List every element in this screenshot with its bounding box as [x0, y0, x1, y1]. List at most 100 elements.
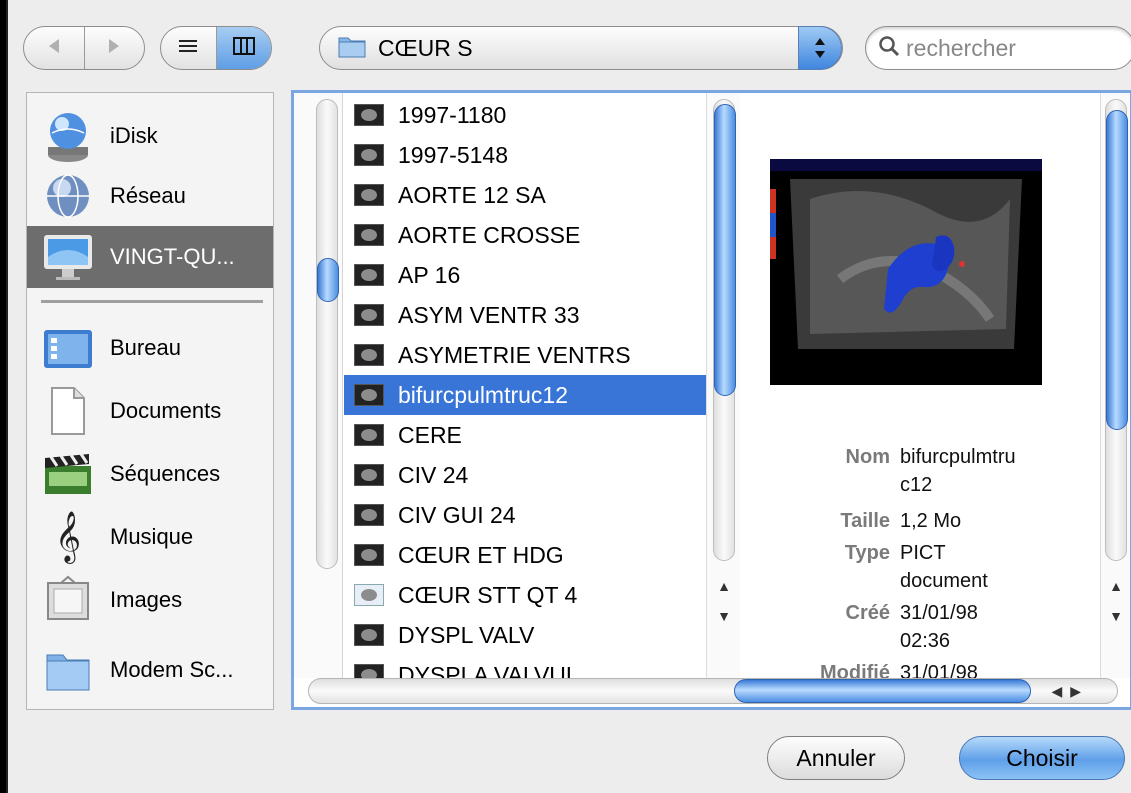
- file-row[interactable]: AP 16: [344, 255, 706, 295]
- meta-value: 02:36: [900, 630, 951, 652]
- scroll-thumb[interactable]: [714, 104, 736, 396]
- vertical-scrollbar[interactable]: [1105, 99, 1128, 561]
- scroll-down-icon[interactable]: ▼: [1105, 603, 1127, 629]
- file-row[interactable]: DYSPLA VALVUL: [344, 655, 706, 678]
- file-row[interactable]: CŒUR ET HDG: [344, 535, 706, 575]
- location-label: CŒUR S: [378, 34, 473, 61]
- network-icon: [40, 168, 96, 224]
- file-name: bifurcpulmtruc12: [398, 381, 569, 408]
- back-button[interactable]: [24, 27, 84, 69]
- file-row[interactable]: CIV GUI 24: [344, 495, 706, 535]
- scroll-down-icon[interactable]: ▼: [713, 603, 735, 629]
- file-row[interactable]: CIV 24: [344, 455, 706, 495]
- meta-value: PICT: [900, 542, 946, 564]
- file-row-selected[interactable]: bifurcpulmtruc12: [344, 375, 706, 415]
- sidebar-item-network[interactable]: Réseau: [27, 165, 273, 227]
- preview-scroll-area: ▲ ▼: [1100, 93, 1130, 678]
- image-thumbnail-icon: [354, 264, 384, 286]
- image-thumbnail-icon: [354, 664, 384, 678]
- sidebar-item-vingt-qu[interactable]: VINGT-QU...: [27, 226, 273, 288]
- scroll-thumb[interactable]: [1106, 110, 1128, 430]
- forward-button[interactable]: [83, 27, 145, 69]
- file-row[interactable]: ASYMETRIE VENTRS: [344, 335, 706, 375]
- sidebar-item-modem-sc[interactable]: Modem Sc...: [27, 639, 273, 701]
- image-thumbnail-icon: [354, 424, 384, 446]
- horizontal-scroll-thumb[interactable]: [734, 679, 1031, 703]
- sidebar-separator: [41, 300, 263, 303]
- meta-key: Nom: [845, 446, 890, 468]
- file-row[interactable]: 1997-5148: [344, 135, 706, 175]
- file-row[interactable]: 1997-1180: [344, 95, 706, 135]
- folder-icon: [40, 642, 96, 698]
- file-row[interactable]: DYSPL VALV: [344, 615, 706, 655]
- back-forward-control: [23, 26, 145, 70]
- sidebar-item-label: VINGT-QU...: [110, 244, 235, 269]
- meta-value: document: [900, 570, 988, 592]
- horizontal-scroll-arrows-icon[interactable]: ◀▶: [1051, 679, 1089, 703]
- scroll-up-icon[interactable]: ▲: [1105, 573, 1127, 599]
- sidebar-item-images[interactable]: Images: [27, 569, 273, 631]
- file-name: 1997-5148: [398, 141, 508, 168]
- file-row[interactable]: AORTE CROSSE: [344, 215, 706, 255]
- search-placeholder: rechercher: [906, 34, 1016, 61]
- image-thumbnail-icon: [354, 304, 384, 326]
- file-row[interactable]: CERE: [344, 415, 706, 455]
- image-thumbnail-icon: [354, 624, 384, 646]
- file-name: 1997-1180: [398, 101, 507, 128]
- column-browser: 1997-1180 1997-5148 AORTE 12 SA AORTE CR…: [291, 90, 1131, 710]
- column-view-icon: [232, 36, 255, 60]
- back-arrow-icon: [47, 38, 61, 59]
- file-row[interactable]: AORTE 12 SA: [344, 175, 706, 215]
- search-icon: [878, 35, 900, 62]
- vertical-scrollbar[interactable]: [316, 99, 339, 569]
- file-name: AORTE CROSSE: [398, 221, 581, 248]
- scroll-thumb[interactable]: [317, 258, 339, 302]
- clapper-icon: [40, 446, 96, 502]
- sidebar-item-documents[interactable]: Documents: [27, 380, 273, 442]
- meta-value: c12: [900, 474, 933, 496]
- meta-key: Type: [844, 542, 890, 564]
- horizontal-scrollbar[interactable]: ◀▶: [308, 678, 1118, 704]
- location-popup[interactable]: CŒUR S: [319, 26, 843, 70]
- sidebar-item-label: Images: [110, 587, 183, 612]
- file-name: DYSPLA VALVUL: [398, 661, 579, 679]
- imac-icon: [40, 229, 96, 285]
- column-view-button[interactable]: [215, 27, 271, 69]
- file-row[interactable]: CŒUR STT QT 4: [344, 575, 706, 615]
- file-name: CIV 24: [398, 461, 469, 488]
- parent-column: [294, 93, 343, 678]
- file-name: AP 16: [398, 261, 461, 288]
- sidebar-item-bureau[interactable]: Bureau: [27, 317, 273, 379]
- sidebar-item-label: Réseau: [110, 183, 186, 208]
- sidebar-item-idisk[interactable]: iDisk: [27, 105, 273, 167]
- file-name: AORTE 12 SA: [398, 181, 546, 208]
- file-name: CIV GUI 24: [398, 501, 516, 528]
- vertical-scrollbar[interactable]: [713, 99, 736, 561]
- file-name: CŒUR STT QT 4: [398, 581, 578, 608]
- image-thumbnail-icon: [354, 144, 384, 166]
- choose-button[interactable]: Choisir: [959, 736, 1125, 780]
- file-row[interactable]: ASYM VENTR 33: [344, 295, 706, 335]
- cancel-button[interactable]: Annuler: [767, 736, 905, 780]
- meta-key: Taille: [840, 510, 890, 532]
- image-thumbnail-icon: [354, 384, 384, 406]
- documents-icon: [40, 383, 96, 439]
- idisk-icon: [40, 108, 96, 164]
- sidebar-item-label: Séquences: [110, 461, 221, 486]
- sidebar-item-label: iDisk: [110, 123, 158, 148]
- file-name: CERE: [398, 421, 462, 448]
- image-thumbnail-icon: [354, 464, 384, 486]
- search-field[interactable]: rechercher: [865, 26, 1131, 70]
- list-view-button[interactable]: [161, 27, 216, 69]
- sidebar-item-sequences[interactable]: Séquences: [27, 443, 273, 505]
- meta-value: 31/01/98: [900, 662, 978, 678]
- image-thumbnail-icon: [354, 344, 384, 366]
- sidebar-item-label: Bureau: [110, 335, 181, 360]
- sidebar-item-musique[interactable]: 𝄞 Musique: [27, 506, 273, 568]
- treble-clef-icon: 𝄞: [54, 511, 81, 562]
- quicktime-doc-icon: [354, 584, 384, 606]
- file-name: ASYM VENTR 33: [398, 301, 580, 328]
- list-view-icon: [178, 38, 198, 59]
- file-chooser-dialog: CŒUR S rechercher iDisk Réseau VINGT-QU.…: [6, 0, 1131, 793]
- scroll-up-icon[interactable]: ▲: [713, 573, 735, 599]
